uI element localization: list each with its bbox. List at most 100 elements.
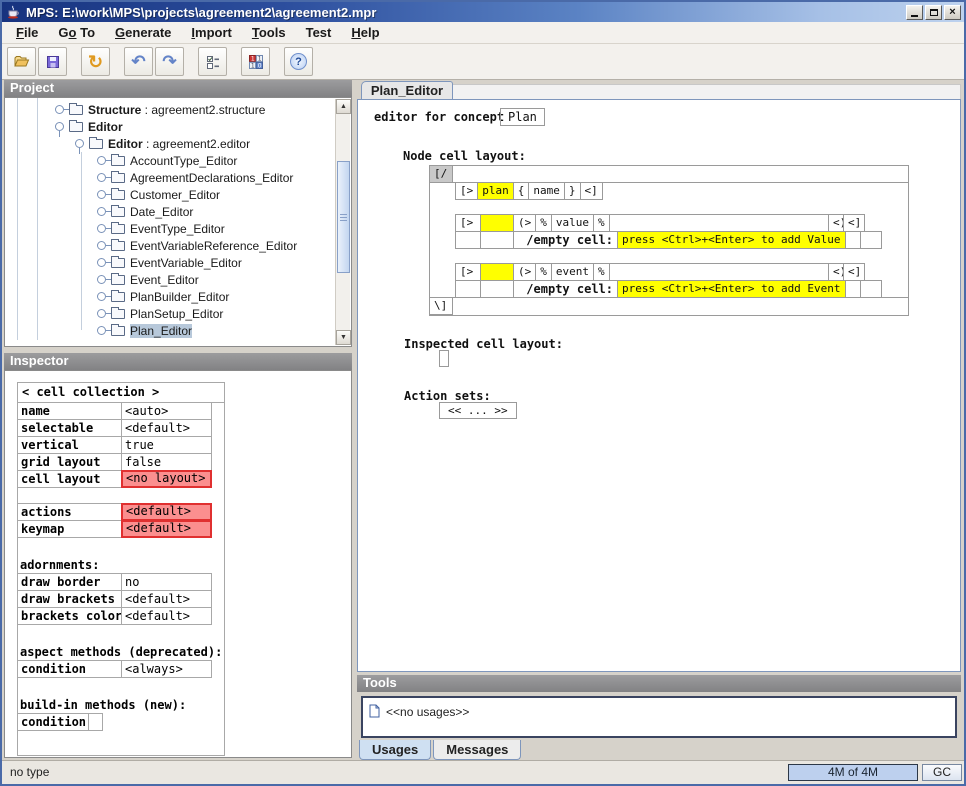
property-value[interactable]: <default> bbox=[121, 607, 212, 625]
expand-handle-icon[interactable] bbox=[97, 309, 106, 318]
tree-item-plan-editor-selected[interactable]: Plan_Editor bbox=[5, 322, 351, 339]
cell[interactable] bbox=[860, 280, 882, 298]
cell[interactable]: % bbox=[535, 263, 552, 281]
cell[interactable] bbox=[480, 231, 514, 249]
memory-indicator[interactable]: 4M of 4M bbox=[788, 764, 918, 781]
tree-item-agreementdeclarations-editor[interactable]: AgreementDeclarations_Editor bbox=[5, 169, 351, 186]
ref-cell[interactable]: event bbox=[551, 263, 594, 281]
keyword-cell[interactable]: plan bbox=[477, 182, 514, 200]
empty-cell-hint[interactable]: press <Ctrl>+<Enter> to add Event bbox=[617, 280, 846, 298]
cell[interactable] bbox=[480, 280, 514, 298]
property-cell[interactable]: name bbox=[528, 182, 565, 200]
ref-cell[interactable]: value bbox=[551, 214, 594, 232]
help-button[interactable]: ? bbox=[284, 47, 313, 76]
cell[interactable]: { bbox=[513, 182, 530, 200]
tree-item-plansetup-editor[interactable]: PlanSetup_Editor bbox=[5, 305, 351, 322]
empty-yellow-cell[interactable] bbox=[480, 214, 514, 232]
action-sets-cell[interactable]: << ... >> bbox=[439, 402, 517, 419]
expand-handle-icon[interactable] bbox=[97, 156, 106, 165]
property-value[interactable]: <auto> bbox=[121, 402, 212, 420]
collapse-handle-icon[interactable] bbox=[55, 122, 64, 131]
scroll-down-button[interactable]: ▼ bbox=[336, 330, 351, 345]
expand-handle-icon[interactable] bbox=[97, 326, 106, 335]
empty-yellow-cell[interactable] bbox=[480, 263, 514, 281]
tab-plan-editor[interactable]: Plan_Editor bbox=[361, 81, 453, 100]
expand-handle-icon[interactable] bbox=[97, 241, 106, 250]
preferences-button[interactable] bbox=[198, 47, 227, 76]
collection-close-cell[interactable]: \] bbox=[429, 297, 453, 315]
menu-help[interactable]: Help bbox=[341, 23, 389, 42]
save-button[interactable] bbox=[38, 47, 67, 76]
collapse-handle-icon[interactable] bbox=[75, 139, 84, 148]
cell[interactable]: (> bbox=[513, 214, 536, 232]
property-value[interactable]: <always> bbox=[121, 660, 212, 678]
cell[interactable] bbox=[609, 263, 829, 281]
property-value[interactable]: true bbox=[121, 436, 212, 454]
cell[interactable]: [> bbox=[455, 214, 481, 232]
property-value[interactable]: no bbox=[121, 573, 212, 591]
cell[interactable]: % bbox=[593, 214, 610, 232]
property-value[interactable]: <default> bbox=[121, 419, 212, 437]
redo-button[interactable]: ↷ bbox=[155, 47, 184, 76]
close-button[interactable]: × bbox=[944, 5, 961, 20]
open-project-button[interactable] bbox=[7, 47, 36, 76]
cell[interactable] bbox=[845, 280, 861, 298]
undo-button[interactable]: ↶ bbox=[124, 47, 153, 76]
cell[interactable] bbox=[860, 231, 882, 249]
cell[interactable] bbox=[845, 231, 861, 249]
property-value-error[interactable]: <default> bbox=[121, 520, 212, 538]
tab-messages[interactable]: Messages bbox=[433, 740, 521, 760]
cell[interactable]: [> bbox=[455, 182, 478, 200]
expand-handle-icon[interactable] bbox=[97, 190, 106, 199]
gc-button[interactable]: GC bbox=[922, 764, 962, 781]
scroll-up-button[interactable]: ▲ bbox=[336, 99, 351, 114]
collection-open-cell[interactable]: [/ bbox=[429, 165, 453, 183]
expand-handle-icon[interactable] bbox=[97, 275, 106, 284]
tree-item-planbuilder-editor[interactable]: PlanBuilder_Editor bbox=[5, 288, 351, 305]
model-checker-button[interactable]: 1 1 0 1 bbox=[241, 47, 270, 76]
tree-item-eventvariablereference-editor[interactable]: EventVariableReference_Editor bbox=[5, 237, 351, 254]
menu-file[interactable]: File bbox=[6, 23, 48, 42]
usages-view[interactable]: <<no usages>> bbox=[361, 696, 957, 738]
tab-usages[interactable]: Usages bbox=[359, 740, 431, 760]
cell[interactable]: <] bbox=[843, 263, 865, 281]
cell[interactable]: } bbox=[564, 182, 581, 200]
cell[interactable] bbox=[455, 231, 481, 249]
expand-handle-icon[interactable] bbox=[97, 292, 106, 301]
cell[interactable]: <] bbox=[843, 214, 865, 232]
minimize-button[interactable] bbox=[906, 5, 923, 20]
cell[interactable] bbox=[455, 280, 481, 298]
cell-collection-header[interactable]: < cell collection > bbox=[18, 383, 224, 403]
maximize-button[interactable] bbox=[925, 5, 942, 20]
cell[interactable]: [> bbox=[455, 263, 481, 281]
menu-generate[interactable]: Generate bbox=[105, 23, 181, 42]
cell[interactable]: <) bbox=[828, 263, 844, 281]
reload-button[interactable]: ↻ bbox=[81, 47, 110, 76]
property-value[interactable]: <default> bbox=[121, 590, 212, 608]
expand-handle-icon[interactable] bbox=[55, 105, 64, 114]
menu-tools[interactable]: Tools bbox=[242, 23, 296, 42]
property-value-error[interactable]: <default> bbox=[121, 503, 212, 521]
menu-test[interactable]: Test bbox=[296, 23, 342, 42]
expand-handle-icon[interactable] bbox=[97, 224, 106, 233]
tree-item-eventvariable-editor[interactable]: EventVariable_Editor bbox=[5, 254, 351, 271]
cell[interactable]: (> bbox=[513, 263, 536, 281]
cell[interactable] bbox=[609, 214, 829, 232]
tree-item-date-editor[interactable]: Date_Editor bbox=[5, 203, 351, 220]
menu-import[interactable]: Import bbox=[181, 23, 241, 42]
tree-item-eventtype-editor[interactable]: EventType_Editor bbox=[5, 220, 351, 237]
menu-goto[interactable]: Go To bbox=[48, 23, 105, 42]
property-value[interactable]: false bbox=[121, 453, 212, 471]
tree-scrollbar[interactable]: ▲ ▼ bbox=[335, 99, 350, 345]
cell[interactable]: <] bbox=[580, 182, 603, 200]
cell[interactable]: % bbox=[593, 263, 610, 281]
cell[interactable]: <) bbox=[828, 214, 844, 232]
tree-item-structure[interactable]: Structure : agreement2.structure bbox=[5, 101, 351, 118]
concept-name-cell[interactable]: Plan bbox=[500, 108, 545, 126]
inspected-empty-cell[interactable] bbox=[439, 350, 449, 367]
cell[interactable]: % bbox=[535, 214, 552, 232]
scrollbar-thumb[interactable] bbox=[337, 161, 350, 273]
property-value-empty[interactable] bbox=[88, 713, 103, 731]
tree-item-accounttype-editor[interactable]: AccountType_Editor bbox=[5, 152, 351, 169]
tree-item-event-editor[interactable]: Event_Editor bbox=[5, 271, 351, 288]
